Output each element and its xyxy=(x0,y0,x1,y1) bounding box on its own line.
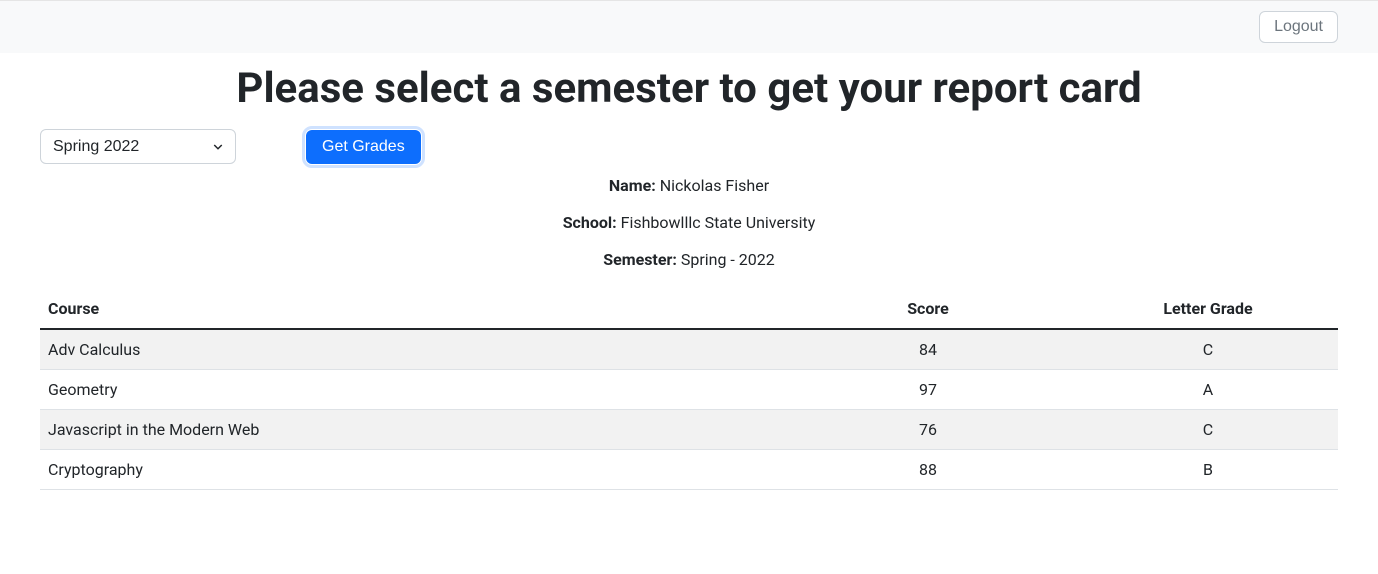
student-semester-line: Semester: Spring - 2022 xyxy=(40,250,1338,269)
student-school-line: School: Fishbowlllc State University xyxy=(40,213,1338,232)
cell-score: 84 xyxy=(778,329,1078,370)
logout-button[interactable]: Logout xyxy=(1259,11,1338,43)
student-semester: Spring - 2022 xyxy=(681,250,775,269)
cell-score: 88 xyxy=(778,450,1078,490)
table-row: Adv Calculus 84 C xyxy=(40,329,1338,370)
student-name: Nickolas Fisher xyxy=(660,176,769,195)
col-header-letter: Letter Grade xyxy=(1078,289,1338,329)
table-row: Cryptography 88 B xyxy=(40,450,1338,490)
get-grades-button[interactable]: Get Grades xyxy=(306,130,421,164)
table-row: Javascript in the Modern Web 76 C xyxy=(40,410,1338,450)
table-row: Geometry 97 A xyxy=(40,370,1338,410)
cell-score: 97 xyxy=(778,370,1078,410)
grades-table: Course Score Letter Grade Adv Calculus 8… xyxy=(40,289,1338,490)
student-info: Name: Nickolas Fisher School: Fishbowlll… xyxy=(40,176,1338,269)
name-label: Name: xyxy=(609,176,656,195)
cell-course: Cryptography xyxy=(40,450,778,490)
semester-label: Semester: xyxy=(603,250,677,269)
col-header-score: Score xyxy=(778,289,1078,329)
controls-row: Spring 2022 Get Grades xyxy=(40,129,1338,164)
table-header-row: Course Score Letter Grade xyxy=(40,289,1338,329)
student-school: Fishbowlllc State University xyxy=(621,213,816,232)
page-title: Please select a semester to get your rep… xyxy=(40,64,1338,113)
cell-letter: C xyxy=(1078,410,1338,450)
semester-select[interactable]: Spring 2022 xyxy=(40,129,236,164)
semester-select-wrap: Spring 2022 xyxy=(40,129,236,164)
cell-course: Adv Calculus xyxy=(40,329,778,370)
cell-score: 76 xyxy=(778,410,1078,450)
cell-course: Javascript in the Modern Web xyxy=(40,410,778,450)
cell-letter: B xyxy=(1078,450,1338,490)
col-header-course: Course xyxy=(40,289,778,329)
main-container: Please select a semester to get your rep… xyxy=(0,64,1378,490)
student-name-line: Name: Nickolas Fisher xyxy=(40,176,1338,195)
school-label: School: xyxy=(563,213,617,232)
table-body: Adv Calculus 84 C Geometry 97 A Javascri… xyxy=(40,329,1338,490)
cell-letter: A xyxy=(1078,370,1338,410)
cell-letter: C xyxy=(1078,329,1338,370)
top-bar: Logout xyxy=(0,0,1378,54)
cell-course: Geometry xyxy=(40,370,778,410)
